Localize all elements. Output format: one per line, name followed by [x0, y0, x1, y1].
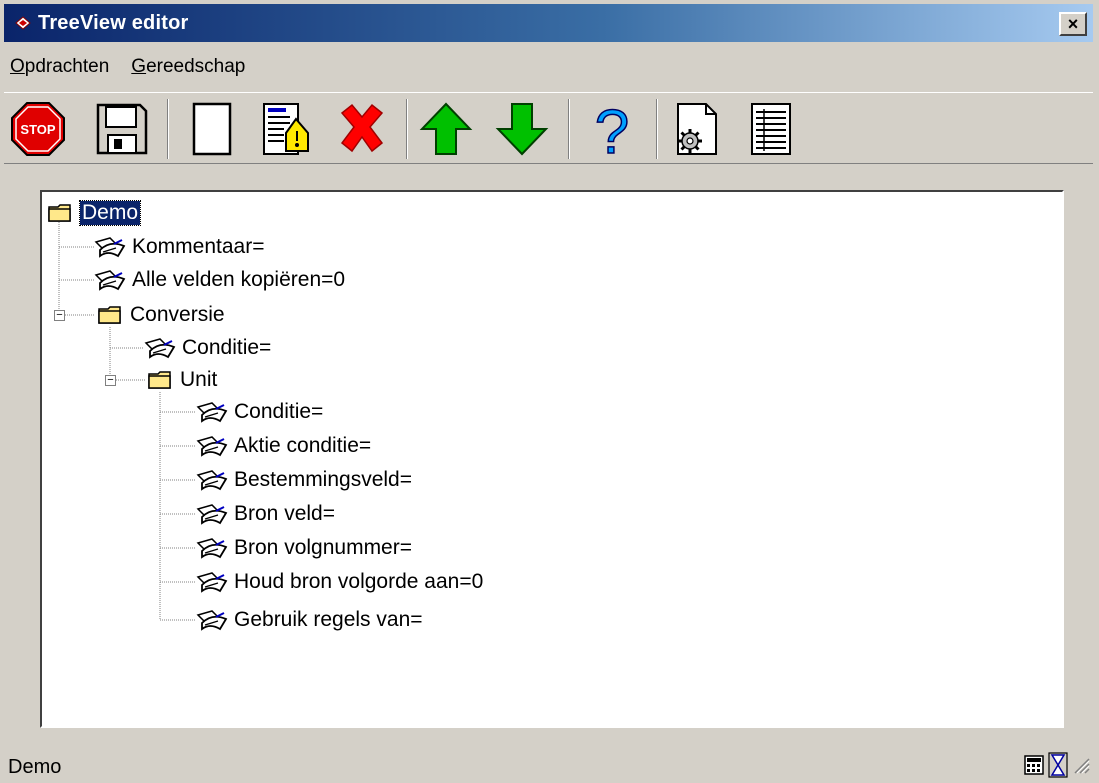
status-icons — [1023, 752, 1091, 778]
property-pencil-icon — [196, 470, 228, 491]
tree-node-label: Bron veld= — [234, 502, 335, 525]
menu-mnemonic: O — [10, 56, 25, 77]
tree-node-label: Conversie — [130, 303, 225, 326]
tree-node-item[interactable]: Bron veld= — [196, 499, 335, 529]
help-button[interactable]: ? — [584, 101, 640, 157]
tree-node-label: Demo — [78, 200, 142, 226]
tree-node-item[interactable]: Conditie= — [196, 397, 323, 427]
menu-label: pdrachten — [24, 56, 110, 77]
window-title: TreeView editor — [38, 11, 189, 34]
close-icon: × — [1067, 13, 1079, 34]
property-pencil-icon — [94, 270, 126, 291]
tree-node-label: Gebruik regels van= — [234, 608, 423, 631]
tree-node-unit[interactable]: Unit — [148, 365, 217, 395]
hourglass-icon[interactable] — [1047, 752, 1069, 778]
property-pencil-icon — [196, 436, 228, 457]
toolbar: STOP ? — [4, 92, 1093, 164]
title-bar[interactable]: TreeView editor × — [4, 4, 1093, 42]
arrow-down-icon — [495, 103, 549, 156]
tree-view[interactable]: − − Demo Kommentaar= Alle velden kopiëre… — [40, 190, 1064, 728]
tree-node-label: Conditie= — [234, 400, 324, 423]
settings-document-icon — [677, 103, 717, 155]
app-icon — [15, 16, 31, 30]
tree-node-item[interactable]: Aktie conditie= — [196, 431, 371, 461]
toolbar-separator — [167, 99, 169, 159]
tree-node-item[interactable]: Alle velden kopiëren=0 — [94, 265, 345, 295]
tree-node-conversie[interactable]: Conversie — [98, 300, 225, 330]
new-document-icon — [192, 102, 232, 156]
menu-label: ereedschap — [146, 56, 246, 77]
stop-icon-text: STOP — [20, 122, 55, 137]
settings-button[interactable] — [670, 101, 726, 157]
help-icon-text: ? — [595, 101, 629, 157]
menu-bar: Opdrachten Gereedschap — [10, 56, 267, 86]
tree-node-label: Bron volgnummer= — [234, 536, 412, 559]
folder-icon — [148, 371, 171, 389]
folder-icon — [98, 306, 121, 324]
property-pencil-icon — [94, 237, 126, 258]
save-button[interactable] — [94, 101, 150, 157]
tree-node-demo[interactable]: Demo — [48, 198, 142, 228]
move-down-button[interactable] — [494, 101, 550, 157]
collapse-unit-toggle[interactable]: − — [105, 375, 116, 386]
tree-node-label: Bestemmingsveld= — [234, 468, 412, 491]
menu-gereedschap[interactable]: Gereedschap — [131, 56, 245, 86]
stop-button[interactable]: STOP — [10, 101, 66, 157]
tree-node-label: Kommentaar= — [132, 235, 265, 258]
property-pencil-icon — [144, 338, 176, 359]
collapse-conversie-toggle[interactable]: − — [54, 310, 65, 321]
tree-node-item[interactable]: Houd bron volgorde aan=0 — [196, 567, 483, 597]
property-pencil-icon — [196, 610, 228, 631]
toolbar-separator — [568, 99, 570, 159]
stop-icon: STOP — [11, 102, 65, 156]
tree-node-label: Unit — [180, 368, 218, 391]
new-button[interactable] — [184, 101, 240, 157]
tree-node-item[interactable]: Conditie= — [144, 333, 271, 363]
folder-icon — [48, 204, 71, 222]
resize-grip-icon[interactable] — [1071, 755, 1091, 775]
status-text: Demo — [8, 756, 62, 778]
tree-node-item[interactable]: Bestemmingsveld= — [196, 465, 412, 495]
calculator-icon[interactable] — [1023, 754, 1045, 776]
tree-node-label: Conditie= — [182, 336, 272, 359]
tree-node-label: Aktie conditie= — [234, 434, 372, 457]
delete-button[interactable] — [334, 101, 390, 157]
status-bar: Demo — [0, 748, 1099, 783]
treeview-editor-window: TreeView editor × Opdrachten Gereedschap… — [0, 0, 1099, 783]
list-document-icon — [751, 103, 791, 155]
save-disk-icon — [96, 103, 148, 155]
list-button[interactable] — [744, 101, 800, 157]
arrow-up-icon — [419, 102, 473, 155]
tree-node-label: Houd bron volgorde aan=0 — [234, 570, 484, 593]
edit-document-icon — [263, 103, 309, 155]
close-button[interactable]: × — [1059, 12, 1087, 36]
tree-node-item[interactable]: Kommentaar= — [94, 232, 264, 262]
toolbar-separator — [656, 99, 658, 159]
delete-x-icon — [340, 103, 384, 153]
edit-button[interactable] — [258, 101, 314, 157]
tree-node-label: Alle velden kopiëren=0 — [132, 268, 346, 291]
menu-opdrachten[interactable]: Opdrachten — [10, 56, 109, 86]
property-pencil-icon — [196, 572, 228, 593]
tree-node-item[interactable]: Bron volgnummer= — [196, 533, 412, 563]
menu-mnemonic: G — [131, 56, 147, 77]
help-question-icon: ? — [594, 101, 630, 157]
property-pencil-icon — [196, 402, 228, 423]
tree-node-item[interactable]: Gebruik regels van= — [196, 605, 423, 635]
move-up-button[interactable] — [418, 101, 474, 157]
toolbar-separator — [406, 99, 408, 159]
property-pencil-icon — [196, 504, 228, 525]
property-pencil-icon — [196, 538, 228, 559]
